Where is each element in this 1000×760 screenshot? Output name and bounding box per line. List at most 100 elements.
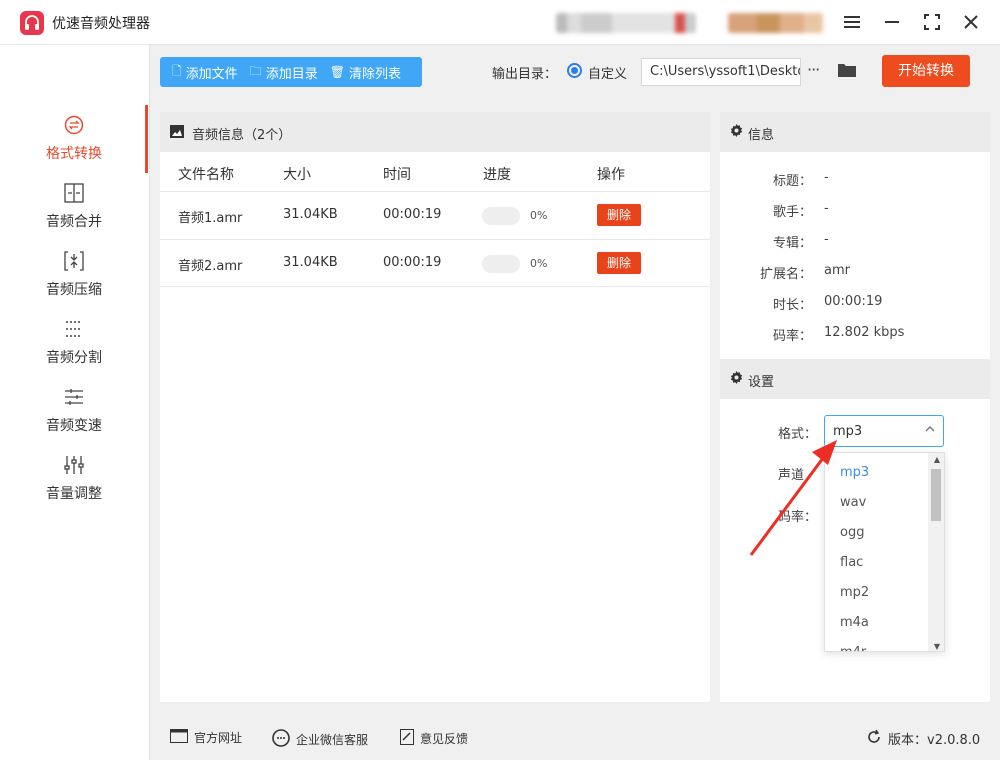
website-icon — [170, 729, 188, 746]
sidebar-item-audio-merge[interactable]: 音频合并 — [0, 173, 148, 241]
open-folder-icon[interactable] — [837, 61, 857, 83]
clear-list-label: 清除列表 — [348, 66, 401, 82]
feedback-link[interactable]: 意见反馈 — [400, 729, 468, 748]
scroll-down-arrow-icon[interactable]: ▼ — [934, 642, 940, 651]
info-value-artist: - — [824, 201, 829, 216]
chat-icon — [272, 729, 290, 750]
sidebar: 格式转换 音频合并 音频压缩 音频分割 音频变速 音量调整 — [0, 45, 150, 760]
file-name: 音频1.amr — [178, 211, 243, 226]
sidebar-item-label: 音频压缩 — [46, 282, 102, 298]
add-directory-label: 添加目录 — [265, 66, 318, 82]
info-label-album: 专辑： — [772, 236, 812, 251]
image-icon — [170, 125, 184, 142]
info-header: 信息 — [720, 112, 990, 152]
sidebar-item-label: 音频分割 — [46, 350, 102, 366]
sidebar-item-format-convert[interactable]: 格式转换 — [0, 105, 148, 173]
clear-list-button[interactable]: 🗑 清除列表 — [318, 57, 401, 87]
table-row[interactable]: 音频1.amr 31.04KB 00:00:19 0% 删除 — [160, 191, 710, 239]
file-list-panel: 音频信息（2个） 文件名称 大小 时间 进度 操作 音频1.amr 31.04K… — [160, 112, 710, 702]
info-label-title: 标题： — [772, 174, 812, 189]
wechat-support-label: 企业微信客服 — [296, 733, 369, 747]
sidebar-item-audio-compress[interactable]: 音频压缩 — [0, 241, 148, 309]
file-duration: 00:00:19 — [383, 255, 442, 270]
output-path-input[interactable]: C:\Users\yssoft1\Deskto — [641, 58, 801, 86]
sidebar-item-volume-adjust[interactable]: 音量调整 — [0, 445, 148, 513]
format-label: 格式： — [778, 427, 818, 442]
info-label-bitrate: 码率： — [772, 329, 812, 344]
maximize-icon[interactable] — [920, 10, 944, 34]
delete-button[interactable]: 删除 — [597, 252, 641, 274]
custom-dir-radio[interactable] — [567, 63, 582, 78]
table-row[interactable]: 音频2.amr 31.04KB 00:00:19 0% 删除 — [160, 239, 710, 287]
info-title: 信息 — [748, 128, 775, 143]
channel-label: 声道 — [778, 468, 805, 483]
menu-icon[interactable] — [840, 10, 864, 34]
version-info[interactable]: 版本：v2.0.8.0 — [866, 729, 980, 748]
feedback-icon — [400, 729, 414, 748]
column-header-action: 操作 — [597, 167, 625, 183]
bitrate-setting-label: 码率： — [778, 510, 818, 525]
format-option[interactable]: mp2 — [840, 585, 869, 600]
format-option[interactable]: m4r — [840, 645, 866, 651]
blurred-account-info — [556, 13, 696, 33]
split-icon — [64, 319, 84, 339]
file-size: 31.04KB — [283, 255, 338, 270]
add-file-button[interactable]: 🗋 添加文件 — [160, 57, 238, 87]
format-option[interactable]: mp3 — [840, 465, 869, 480]
sidebar-item-audio-speed[interactable]: 音频变速 — [0, 377, 148, 445]
file-toolbar: 🗋 添加文件 🗀 添加目录 🗑 清除列表 — [160, 57, 422, 87]
refresh-icon — [866, 729, 882, 748]
wechat-support-link[interactable]: 企业微信客服 — [272, 729, 368, 750]
app-logo-icon — [20, 11, 44, 35]
sidebar-item-audio-split[interactable]: 音频分割 — [0, 309, 148, 377]
progress-percent: 0% — [530, 209, 548, 222]
feedback-label: 意见反馈 — [420, 732, 469, 746]
column-header-time: 时间 — [383, 167, 411, 183]
trash-icon: 🗑 — [329, 65, 345, 79]
column-header-size: 大小 — [283, 167, 311, 183]
sidebar-item-label: 音量调整 — [46, 486, 102, 502]
browse-more-button[interactable]: ··· — [807, 60, 820, 79]
format-option[interactable]: ogg — [840, 525, 864, 540]
app-title: 优速音频处理器 — [52, 16, 150, 32]
scrollbar-thumb[interactable] — [931, 469, 941, 521]
sidebar-item-label: 格式转换 — [46, 146, 102, 162]
compress-icon — [64, 251, 84, 271]
format-dropdown-list[interactable]: mp3 wav ogg flac mp2 m4a m4r ▲ ▼ — [824, 452, 945, 652]
chevron-up-icon — [925, 423, 935, 437]
column-header-name: 文件名称 — [178, 167, 234, 183]
merge-icon — [64, 183, 84, 203]
scroll-up-arrow-icon[interactable]: ▲ — [934, 455, 940, 464]
file-duration: 00:00:19 — [383, 207, 442, 222]
format-option[interactable]: flac — [840, 555, 863, 570]
settings-title: 设置 — [748, 375, 775, 390]
info-label-extension: 扩展名： — [759, 267, 812, 282]
format-option[interactable]: wav — [840, 495, 866, 510]
official-website-link[interactable]: 官方网址 — [170, 729, 242, 746]
delete-button[interactable]: 删除 — [597, 204, 641, 226]
progress-bar — [482, 207, 520, 225]
dropdown-scrollbar[interactable]: ▲ ▼ — [928, 453, 944, 651]
start-convert-button[interactable]: 开始转换 — [882, 55, 970, 87]
info-value-extension: amr — [824, 263, 850, 278]
blurred-user-info — [728, 13, 823, 33]
add-directory-button[interactable]: 🗀 添加目录 — [238, 57, 318, 87]
close-icon[interactable] — [959, 10, 983, 34]
file-list-title: 音频信息（2个） — [192, 128, 292, 143]
progress-percent: 0% — [530, 257, 548, 270]
file-list-header: 音频信息（2个） — [160, 112, 710, 152]
speed-icon — [64, 387, 84, 407]
file-icon: 🗋 — [172, 63, 182, 78]
info-value-duration: 00:00:19 — [824, 294, 883, 309]
minimize-icon[interactable] — [880, 10, 904, 34]
format-select[interactable]: mp3 — [824, 415, 944, 447]
title-bar: 优速音频处理器 — [0, 0, 1000, 45]
progress-bar — [482, 255, 520, 273]
gear-icon — [730, 124, 743, 141]
info-label-duration: 时长： — [772, 298, 812, 313]
official-website-label: 官方网址 — [194, 731, 243, 745]
format-option[interactable]: m4a — [840, 615, 869, 630]
sidebar-item-label: 音频合并 — [46, 214, 102, 230]
version-label: 版本：v2.0.8.0 — [888, 733, 981, 748]
format-convert-icon — [64, 115, 84, 135]
